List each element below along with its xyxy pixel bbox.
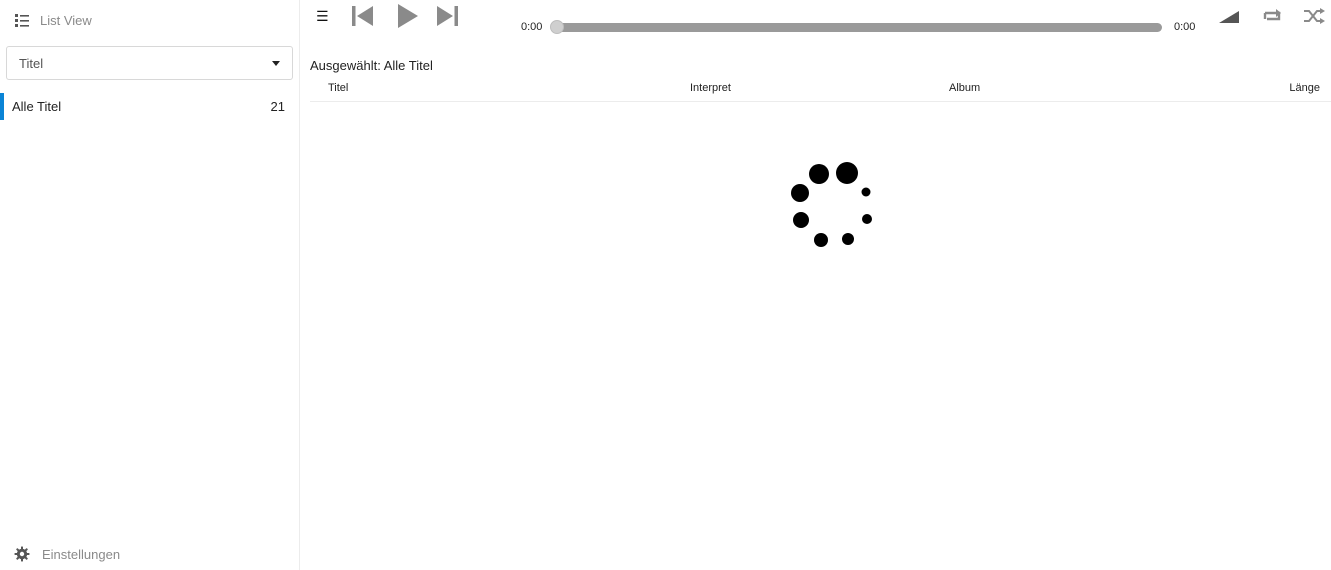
sidebar: List View Titel Alle Titel 21 Einstellun…	[0, 0, 300, 570]
list-view-toggle[interactable]: List View	[14, 11, 92, 29]
list-icon	[15, 14, 29, 27]
sidebar-item-label: Alle Titel	[12, 99, 62, 114]
table-header: Titel Interpret Album Länge	[310, 80, 1331, 102]
caret-down-icon	[272, 60, 280, 66]
settings-label: Einstellungen	[42, 546, 121, 562]
skip-previous-icon[interactable]	[351, 5, 375, 27]
list-view-label: List View	[40, 12, 92, 28]
column-header-artist[interactable]: Interpret	[690, 82, 731, 94]
loading-spinner-icon	[791, 162, 872, 247]
sidebar-item-count: 21	[270, 99, 285, 114]
hamburger-icon[interactable]: ☰	[316, 9, 330, 23]
volume-icon[interactable]	[1218, 10, 1240, 24]
column-header-title[interactable]: Titel	[328, 82, 348, 94]
current-time: 0:00	[521, 21, 543, 33]
gear-icon	[14, 546, 30, 562]
play-icon[interactable]	[396, 3, 420, 29]
settings-button[interactable]: Einstellungen	[14, 545, 120, 563]
skip-next-icon[interactable]	[435, 5, 459, 27]
filter-select[interactable]: Titel	[6, 46, 293, 80]
progress-knob[interactable]	[550, 20, 564, 34]
progress-slider[interactable]	[550, 20, 1162, 34]
total-time: 0:00	[1174, 21, 1196, 33]
shuffle-icon[interactable]	[1303, 8, 1325, 24]
column-header-length[interactable]: Länge	[1289, 82, 1320, 94]
selection-label: Ausgewählt: Alle Titel	[310, 58, 433, 73]
sidebar-item-alle-titel[interactable]: Alle Titel 21	[0, 93, 299, 120]
column-header-album[interactable]: Album	[949, 82, 980, 94]
filter-select-value: Titel	[19, 55, 44, 71]
active-indicator	[0, 93, 4, 120]
repeat-icon[interactable]	[1262, 8, 1284, 24]
